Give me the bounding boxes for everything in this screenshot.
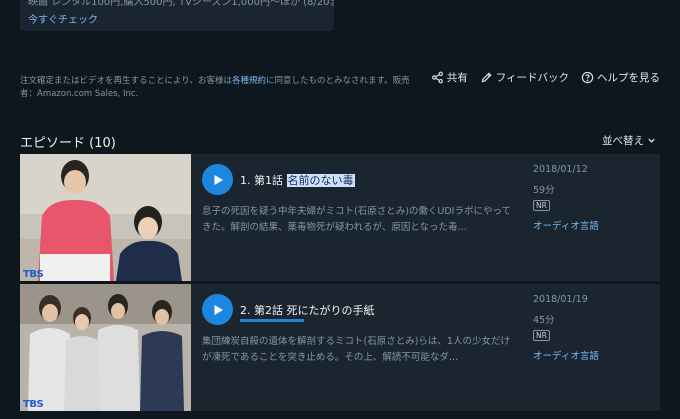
play-icon bbox=[214, 304, 223, 315]
episode-title-highlight: 名前のない毒 bbox=[286, 174, 355, 187]
chevron-down-icon bbox=[648, 138, 655, 143]
episode-title-prefix: 2. 第2話 死にたがりの手紙 bbox=[240, 304, 375, 317]
episodes-heading: エピソード (10) bbox=[20, 136, 116, 151]
network-logo: TBS bbox=[23, 269, 44, 280]
episode-title[interactable]: 2. 第2話 死にたがりの手紙 bbox=[240, 302, 375, 318]
watch-progress-fill bbox=[240, 319, 304, 322]
legal-notice: 注文確定またはビデオを再生することにより、お客様は各種規約に同意したものとみなさ… bbox=[20, 75, 425, 101]
episode-meta: 2018/01/12 59分 NR オーディオ言語 bbox=[533, 164, 599, 236]
help-label: ヘルプを見る bbox=[597, 72, 660, 84]
legal-text-before: 注文確定またはビデオを再生することにより、お客様は bbox=[20, 76, 232, 86]
watch-progress-bar bbox=[240, 319, 304, 322]
help-button[interactable]: ヘルプを見る bbox=[581, 70, 660, 85]
pencil-icon bbox=[481, 72, 492, 83]
episode-card: TBS 2. 第2話 死にたがりの手紙 集団練炭自殺の遺体を解剖するミコト(石原… bbox=[20, 284, 660, 411]
promo-link[interactable]: 今すぐチェック bbox=[28, 11, 98, 26]
episode-date: 2018/01/12 bbox=[533, 164, 588, 175]
promo-text: 映画 レンタル100円,購入500円, TVシーズン1,000円〜ほか (8/2… bbox=[28, 0, 334, 8]
network-logo: TBS bbox=[23, 399, 44, 410]
episode-card: TBS 1. 第1話 名前のない毒 息子の死因を疑う中年夫婦がミコト(石原さとみ… bbox=[20, 154, 660, 281]
share-button[interactable]: 共有 bbox=[431, 70, 468, 85]
episode-duration: 45分 bbox=[533, 315, 555, 326]
play-button[interactable] bbox=[202, 294, 233, 325]
episode-description: 集団練炭自殺の遺体を解剖するミコト(石原さとみ)らは、1人の少女だけが凍死である… bbox=[202, 336, 510, 363]
episode-duration: 59分 bbox=[533, 185, 555, 196]
share-label: 共有 bbox=[446, 72, 468, 84]
episode-thumbnail[interactable]: TBS bbox=[20, 284, 191, 411]
promo-banner: 映画 レンタル100円,購入500円, TVシーズン1,000円〜ほか (8/2… bbox=[20, 0, 334, 31]
rating-badge: NR bbox=[533, 200, 550, 211]
episode-thumbnail[interactable]: TBS bbox=[20, 154, 191, 281]
play-icon bbox=[214, 174, 223, 185]
rating-badge: NR bbox=[533, 330, 550, 341]
episode-title[interactable]: 1. 第1話 名前のない毒 bbox=[240, 172, 355, 188]
sort-dropdown[interactable]: 並べ替え bbox=[602, 133, 656, 148]
action-bar: 共有 フィードバック ヘルプを見る bbox=[431, 70, 660, 85]
episode-details: 1. 第1話 名前のない毒 息子の死因を疑う中年夫婦がミコト(石原さとみ)の働く… bbox=[191, 154, 660, 281]
question-circle-icon bbox=[581, 71, 594, 84]
episode-date: 2018/01/19 bbox=[533, 294, 588, 305]
episode-description: 息子の死因を疑う中年夫婦がミコト(石原さとみ)の働くUDIラボにやってきた。解剖… bbox=[202, 206, 512, 233]
play-button[interactable] bbox=[202, 164, 233, 195]
episode-meta: 2018/01/19 45分 NR オーディオ言語 bbox=[533, 294, 599, 366]
feedback-label: フィードバック bbox=[495, 72, 569, 84]
feedback-button[interactable]: フィードバック bbox=[480, 70, 569, 85]
share-icon bbox=[431, 71, 443, 84]
episode-title-prefix: 1. 第1話 bbox=[240, 174, 287, 187]
episode-details: 2. 第2話 死にたがりの手紙 集団練炭自殺の遺体を解剖するミコト(石原さとみ)… bbox=[191, 284, 660, 411]
sort-label: 並べ替え bbox=[602, 135, 644, 147]
terms-link[interactable]: 各種規約 bbox=[232, 76, 266, 86]
audio-language-link[interactable]: オーディオ言語 bbox=[533, 221, 599, 232]
audio-language-link[interactable]: オーディオ言語 bbox=[533, 351, 599, 362]
